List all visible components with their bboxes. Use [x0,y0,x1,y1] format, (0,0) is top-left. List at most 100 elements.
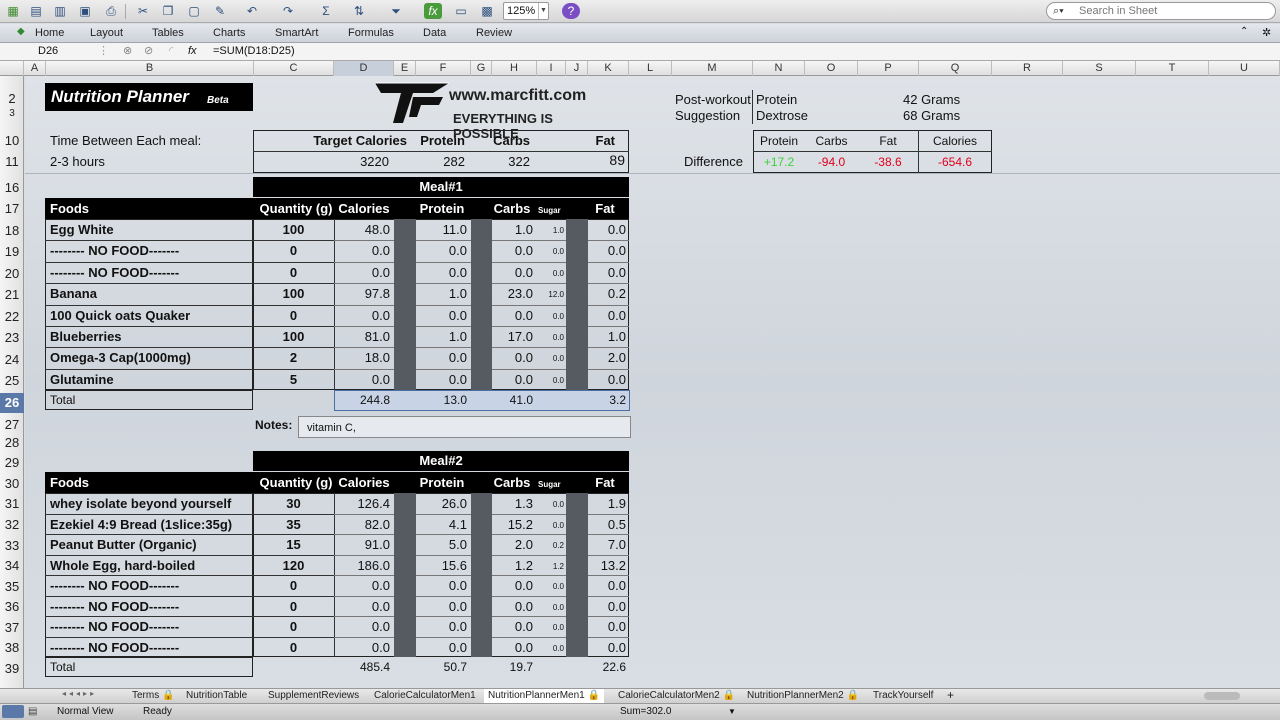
redo-icon[interactable]: ↷ [279,3,297,19]
food-name[interactable]: -------- NO FOOD------- [50,578,179,593]
cancel-icon[interactable]: ⊗ [123,43,132,59]
sum-readout[interactable]: Sum=302.0 [620,704,671,720]
food-name[interactable]: Peanut Butter (Organic) [50,537,197,552]
app-icon[interactable]: ▦ [4,3,22,19]
row-number[interactable]: 30 [0,476,24,492]
col-header[interactable]: T [1136,61,1209,76]
quantity-cell[interactable]: 0 [256,599,331,614]
tab-tables[interactable]: Tables [152,26,184,41]
col-header[interactable]: B [46,61,254,76]
select-all-corner[interactable] [0,61,24,76]
enter-icon[interactable]: ⊘ [144,43,153,59]
row-number[interactable]: 22 [0,309,24,325]
quantity-cell[interactable]: 15 [256,537,331,552]
search-input[interactable]: ⌕▾ Search in Sheet [1046,2,1276,20]
new-workbook-icon[interactable]: ▤ [27,3,45,19]
quantity-cell[interactable]: 120 [256,558,331,573]
save-icon[interactable]: ▣ [76,3,94,19]
tab-layout[interactable]: Layout [90,26,123,41]
row-number[interactable]: 19 [0,244,24,260]
quantity-cell[interactable]: 0 [256,265,331,280]
add-sheet-button[interactable]: + [947,689,954,703]
food-name[interactable]: -------- NO FOOD------- [50,243,179,258]
worksheet[interactable]: Nutrition Planner Beta www.marcfitt.com … [25,76,1280,688]
sheet-tab-active[interactable]: NutritionPlannerMen1 🔒 [484,689,604,703]
sheet-tab-caloriecalculatormen2[interactable]: CalorieCalculatorMen2 🔒 [618,689,735,703]
print-icon[interactable]: ⎙ [102,3,120,19]
row-number-selected[interactable]: 26 [0,393,24,413]
col-header[interactable]: L [629,61,672,76]
quantity-cell[interactable]: 100 [256,286,331,301]
food-name[interactable]: whey isolate beyond yourself [50,496,231,511]
row-number[interactable]: 29 [0,455,24,471]
row-number[interactable]: 3 [0,109,24,119]
autosum-icon[interactable]: Σ [317,3,335,19]
row-number[interactable]: 10 [0,133,24,149]
col-header[interactable]: C [254,61,334,76]
col-header[interactable]: A [24,61,46,76]
col-header[interactable]: U [1209,61,1280,76]
row-number[interactable]: 39 [0,661,24,677]
col-header[interactable]: I [537,61,566,76]
row-number[interactable]: 34 [0,558,24,574]
tab-review[interactable]: Review [476,26,512,41]
undo-icon[interactable]: ↶ [243,3,261,19]
col-header[interactable]: E [394,61,416,76]
col-header[interactable]: M [672,61,753,76]
tab-smartart[interactable]: SmartArt [275,26,318,41]
food-name[interactable]: Glutamine [50,372,114,387]
templates-icon[interactable]: ▥ [51,3,69,19]
paste-icon[interactable]: ▢ [185,3,203,19]
zoom-select[interactable]: 125% ▼ [503,2,549,20]
tab-formulas[interactable]: Formulas [348,26,394,41]
notes-field[interactable]: vitamin C, [298,416,631,438]
food-name[interactable]: -------- NO FOOD------- [50,265,179,280]
quantity-cell[interactable]: 100 [256,329,331,344]
quantity-cell[interactable]: 5 [256,372,331,387]
tab-home[interactable]: Home [35,26,64,41]
row-number[interactable]: 27 [0,417,24,433]
food-name[interactable]: 100 Quick oats Quaker [50,308,190,323]
row-number[interactable]: 28 [0,435,24,451]
row-number[interactable]: 37 [0,620,24,636]
food-name[interactable]: Ezekiel 4:9 Bread (1slice:35g) [50,517,232,532]
tab-charts[interactable]: Charts [213,26,245,41]
tab-data[interactable]: Data [423,26,446,41]
col-header[interactable]: G [471,61,492,76]
food-name[interactable]: Blueberries [50,329,122,344]
filter-icon[interactable]: ⏷ [387,3,405,19]
quantity-cell[interactable]: 0 [256,640,331,655]
col-header[interactable]: D [334,61,394,76]
row-number[interactable]: 11 [0,154,24,170]
row-number[interactable]: 18 [0,223,24,239]
horizontal-scrollbar-thumb[interactable] [1204,692,1240,700]
row-number[interactable]: 36 [0,599,24,615]
sheet-tab-caloriecalculatormen1[interactable]: CalorieCalculatorMen1 [374,689,476,703]
sheet-tab-trackyourself[interactable]: TrackYourself [873,689,933,703]
col-header[interactable]: K [588,61,629,76]
function-icon[interactable]: fx [424,3,442,19]
sheet-tab-supplementreviews[interactable]: SupplementReviews [268,689,359,703]
row-number[interactable]: 21 [0,287,24,303]
food-name[interactable]: Egg White [50,222,114,237]
row-number[interactable]: 25 [0,373,24,389]
sheet-tab-nutritiontable[interactable]: NutritionTable [186,689,247,703]
sort-icon[interactable]: ⇅ [350,3,368,19]
food-name[interactable]: -------- NO FOOD------- [50,619,179,634]
row-number[interactable]: 32 [0,517,24,533]
col-header[interactable]: S [1063,61,1136,76]
ribbon-collapse-icon[interactable]: ⌃ [1240,26,1248,37]
col-header[interactable]: R [992,61,1063,76]
quantity-cell[interactable]: 30 [256,496,331,511]
row-number[interactable]: 24 [0,352,24,368]
sheet-tab-terms[interactable]: Terms 🔒 [132,689,174,703]
quantity-cell[interactable]: 35 [256,517,331,532]
col-header[interactable]: O [805,61,858,76]
row-number[interactable]: 17 [0,201,24,217]
row-number[interactable]: 2 [0,91,24,107]
col-header[interactable]: F [416,61,471,76]
toolbox-icon[interactable]: ▩ [478,3,496,19]
cut-icon[interactable]: ✂ [134,3,152,19]
quantity-cell[interactable]: 0 [256,243,331,258]
row-number[interactable]: 35 [0,579,24,595]
